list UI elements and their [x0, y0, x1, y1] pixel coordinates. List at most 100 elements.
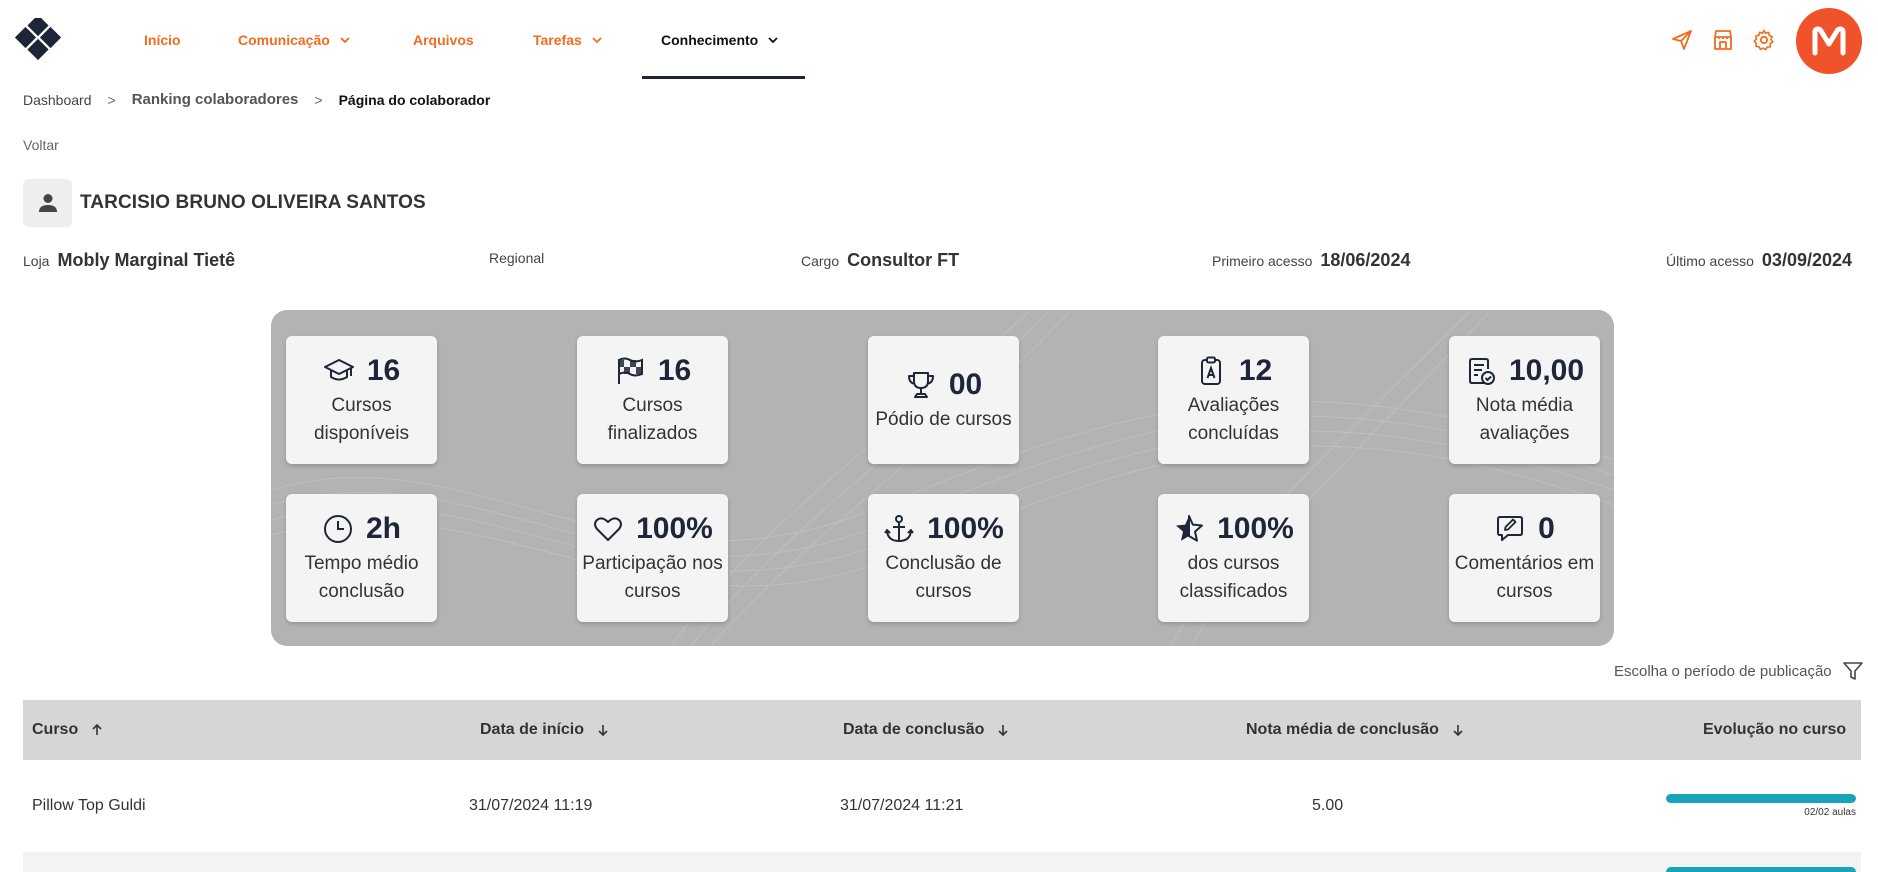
nav-item-tarefas[interactable]: Tarefas — [533, 0, 602, 80]
stat-card-completed-evaluations: 12 Avaliações concluídas — [1158, 336, 1309, 464]
sort-desc-icon — [998, 725, 1008, 737]
nav-item-arquivos[interactable]: Arquivos — [413, 0, 474, 80]
course-progress-fill — [1666, 794, 1856, 803]
stat-card-course-comments: 0 Comentários em cursos — [1449, 494, 1600, 622]
breadcrumb-current: Página do colaborador — [338, 91, 491, 108]
publication-period-filter[interactable]: Escolha o período de publicação — [1614, 660, 1864, 682]
stat-label: Comentários em cursos — [1454, 553, 1595, 602]
stat-card-average-time: 2h Tempo médio conclusão — [286, 494, 437, 622]
first-access-value: 18/06/2024 — [1320, 250, 1411, 270]
stat-label: Cursos disponíveis — [313, 395, 410, 444]
cell-end-date: 31/07/2024 11:21 — [840, 797, 964, 814]
stat-label: Conclusão de cursos — [885, 553, 1002, 602]
stat-label: Pódio de cursos — [875, 409, 1012, 430]
table-row[interactable]: Pillow Top Guldi 31/07/2024 11:19 31/07/… — [23, 760, 1861, 852]
course-progress-bar — [1666, 794, 1856, 803]
active-tab-indicator — [642, 76, 805, 79]
stat-value: 100% — [1217, 512, 1294, 545]
gear-icon[interactable] — [1752, 28, 1776, 52]
column-header-average-grade[interactable]: Nota média de conclusão — [1246, 700, 1465, 760]
column-header-label: Data de início — [480, 721, 585, 738]
stat-value: 16 — [366, 354, 401, 387]
cell-average-grade: 5.00 — [1312, 797, 1344, 814]
stat-card-podium-courses: 00 Pódio de cursos — [868, 336, 1019, 464]
nav-item-label: Tarefas — [533, 32, 582, 48]
clipboard-a-icon — [1200, 356, 1221, 385]
stats-panel: 16 Cursos disponíveis 16 Cursos finaliza… — [271, 310, 1614, 646]
stat-label: dos cursos classificados — [1179, 553, 1288, 602]
sort-asc-icon — [92, 723, 102, 735]
breadcrumb-separator: > — [107, 91, 116, 108]
store-label: Loja — [23, 253, 50, 269]
breadcrumb-ranking[interactable]: Ranking colaboradores — [132, 91, 299, 108]
chevron-down-icon — [768, 37, 778, 44]
nav-item-comunicacao[interactable]: Comunicação — [238, 0, 350, 80]
column-header-progress[interactable]: Evolução no curso — [1703, 700, 1846, 760]
stat-value: 100% — [927, 512, 1004, 545]
star-icon — [1176, 515, 1204, 542]
stat-value: 16 — [657, 354, 692, 387]
stat-card-available-courses: 16 Cursos disponíveis — [286, 336, 437, 464]
table-row[interactable] — [23, 852, 1861, 872]
stat-value: 10,00 — [1508, 354, 1585, 387]
stat-card-average-grade: 10,00 Nota média avaliações — [1449, 336, 1600, 464]
column-header-start-date[interactable]: Data de início — [480, 700, 610, 760]
filter-funnel-icon — [1842, 662, 1863, 680]
stat-label: Cursos finalizados — [607, 395, 698, 444]
column-header-end-date[interactable]: Data de conclusão — [843, 700, 1010, 760]
chevron-down-icon — [592, 37, 602, 44]
breadcrumb-dashboard[interactable]: Dashboard — [23, 92, 92, 108]
cell-course-name: Pillow Top Guldi — [32, 797, 146, 814]
clock-icon — [323, 515, 352, 543]
column-header-label: Nota média de conclusão — [1246, 721, 1439, 738]
breadcrumb-separator: > — [314, 91, 323, 108]
stat-card-participation: 100% Participação nos cursos — [577, 494, 728, 622]
store-info: Loja Mobly Marginal Tietê — [23, 250, 235, 271]
stat-value: 0 — [1538, 512, 1555, 545]
nav-item-label: Arquivos — [413, 32, 474, 48]
stat-label: Tempo médio conclusão — [304, 553, 419, 602]
stat-value: 00 — [948, 368, 983, 401]
stat-value: 100% — [636, 512, 713, 545]
column-header-label: Data de conclusão — [843, 721, 985, 738]
nav-item-inicio[interactable]: Início — [144, 0, 181, 80]
user-menu-avatar[interactable] — [1796, 8, 1862, 74]
top-navigation-bar: Início Comunicação Arquivos Tarefas Conh… — [0, 0, 1878, 80]
role-info: Cargo Consultor FT — [801, 250, 959, 271]
graduation-cap-icon — [323, 359, 354, 381]
user-name: TARCISIO BRUNO OLIVEIRA SANTOS — [80, 192, 426, 213]
breadcrumb: Dashboard > Ranking colaboradores > Pági… — [23, 91, 490, 108]
course-progress-text: 02/02 aulas — [1804, 807, 1856, 818]
regional-info: Regional — [489, 250, 552, 266]
stat-card-rated-courses: 100% dos cursos classificados — [1158, 494, 1309, 622]
table-header: Curso Data de início Data de conclusão N… — [23, 700, 1861, 760]
stat-label: Participação nos cursos — [582, 553, 723, 602]
person-icon — [38, 194, 57, 212]
column-header-course[interactable]: Curso — [32, 700, 104, 760]
chevron-down-icon — [340, 37, 350, 44]
send-icon[interactable] — [1670, 28, 1694, 52]
column-header-label: Curso — [32, 721, 79, 738]
store-value: Mobly Marginal Tietê — [57, 250, 236, 270]
company-logo[interactable] — [14, 18, 62, 64]
regional-label: Regional — [489, 250, 545, 266]
stat-label: Nota média avaliações — [1475, 395, 1574, 444]
filter-label: Escolha o período de publicação — [1614, 662, 1832, 680]
sort-desc-icon — [598, 725, 608, 737]
back-link[interactable]: Voltar — [23, 137, 59, 153]
course-progress-bar — [1666, 867, 1856, 872]
stat-card-course-completion: 100% Conclusão de cursos — [868, 494, 1019, 622]
stat-card-finished-courses: 16 Cursos finalizados — [577, 336, 728, 464]
stat-value: 2h — [365, 512, 401, 545]
role-label: Cargo — [801, 253, 840, 269]
role-value: Consultor FT — [847, 250, 960, 270]
nav-item-label: Início — [144, 32, 181, 48]
clipboard-check-icon — [1468, 358, 1495, 385]
heart-icon — [594, 517, 623, 541]
cell-start-date: 31/07/2024 11:19 — [469, 797, 593, 814]
first-access-label: Primeiro acesso — [1212, 253, 1313, 269]
stat-value: 12 — [1238, 354, 1273, 387]
store-icon[interactable] — [1711, 28, 1735, 52]
user-info-row: Loja Mobly Marginal Tietê Regional Cargo… — [0, 250, 1878, 274]
nav-item-conhecimento[interactable]: Conhecimento — [661, 0, 778, 80]
